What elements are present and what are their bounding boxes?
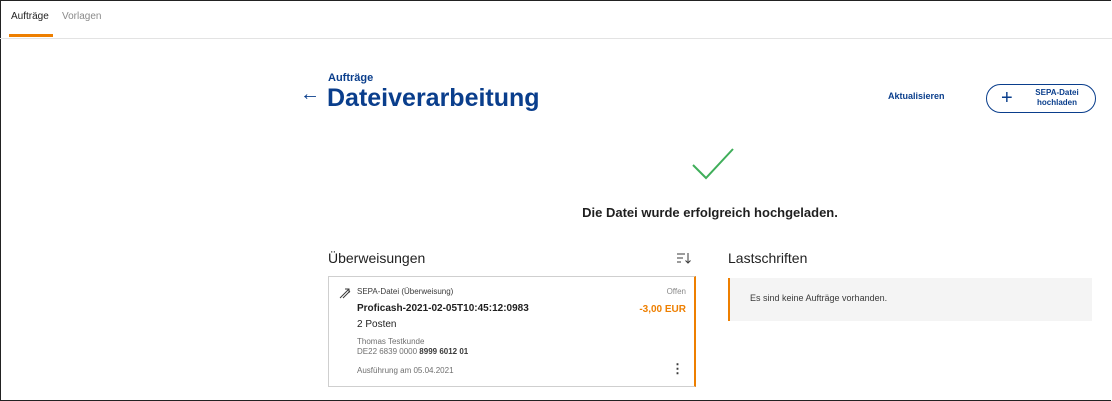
status-badge: Offen xyxy=(666,287,686,296)
refresh-button[interactable]: Aktualisieren xyxy=(888,91,945,101)
file-name: Proficash-2021-02-05T10:45:12:0983 xyxy=(357,303,529,314)
transfer-icon xyxy=(339,288,351,299)
more-options-icon[interactable]: ⋮ xyxy=(671,361,684,377)
page-title: Dateiverarbeitung xyxy=(327,84,540,112)
active-tab-indicator xyxy=(9,34,53,37)
iban: DE22 6839 0000 8999 6012 01 xyxy=(357,347,469,356)
empty-state-message: Es sind keine Aufträge vorhanden. xyxy=(750,293,888,303)
breadcrumb[interactable]: Aufträge xyxy=(328,72,373,84)
empty-state: Es sind keine Aufträge vorhanden. xyxy=(728,278,1092,321)
item-count: 2 Posten xyxy=(357,319,397,330)
execution-date: Ausführung am 05.04.2021 xyxy=(357,366,454,375)
sort-icon[interactable] xyxy=(676,251,692,265)
direct-debits-section-title: Lastschriften xyxy=(728,250,808,266)
back-arrow-icon[interactable]: ← xyxy=(300,82,320,106)
success-message: Die Datei wurde erfolgreich hochgeladen. xyxy=(582,205,838,220)
tab-bar: Aufträge Vorlagen xyxy=(0,0,1112,39)
account-holder: Thomas Testkunde xyxy=(357,337,425,346)
plus-icon: + xyxy=(1001,87,1013,109)
transfers-section-title: Überweisungen xyxy=(328,250,426,266)
card-type-label: SEPA-Datei (Überweisung) xyxy=(357,287,454,296)
tab-auftraege[interactable]: Aufträge xyxy=(11,11,49,22)
upload-button-label: SEPA-Datei hochladen xyxy=(1035,88,1079,107)
amount: -3,00 EUR xyxy=(639,304,686,315)
transfer-card[interactable]: SEPA-Datei (Überweisung) Offen Proficash… xyxy=(328,276,696,387)
checkmark-icon xyxy=(692,148,734,180)
upload-sepa-file-button[interactable]: + SEPA-Datei hochladen xyxy=(986,84,1096,113)
tab-vorlagen[interactable]: Vorlagen xyxy=(62,11,101,22)
